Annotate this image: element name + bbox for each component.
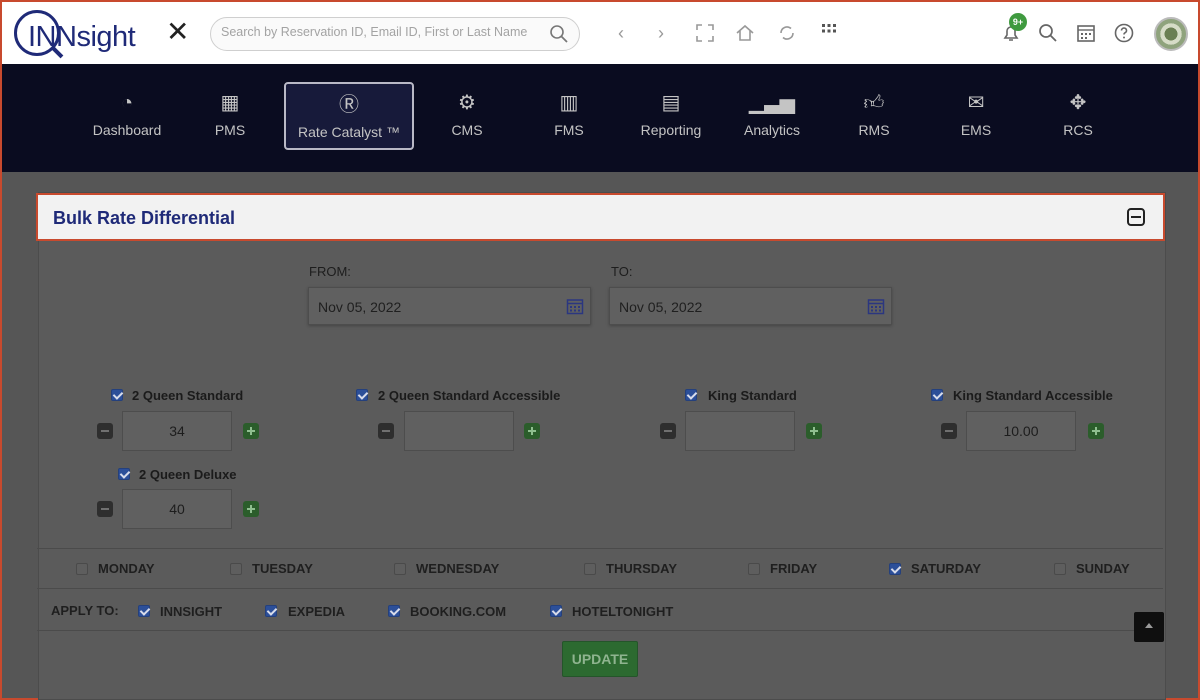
chevron-right-icon[interactable]: › [650,22,672,44]
room-label: 2 Queen Deluxe [139,467,237,482]
close-icon[interactable]: ✕ [166,18,189,46]
room-rate-input[interactable]: 40 [122,489,232,529]
increment-button[interactable] [243,423,259,439]
decrement-button[interactable] [97,423,113,439]
apply-to-label: APPLY TO: [51,603,119,618]
main-nav: ◔ Dashboard ▦ PMS Ⓡ Rate Catalyst ™ ⚙ CM… [0,64,1200,172]
room-label: King Standard [708,388,797,403]
day-checkbox[interactable] [394,563,406,575]
channel-label: HOTELTONIGHT [572,604,674,619]
home-icon[interactable] [734,22,756,44]
room-checkbox[interactable] [118,468,130,480]
channel-checkbox[interactable] [138,605,150,617]
calendar-icon[interactable] [566,297,584,315]
channel-checkbox[interactable] [388,605,400,617]
nav-label: PMS [214,122,246,138]
from-label: FROM: [309,264,351,279]
day-label: SUNDAY [1076,561,1130,576]
collapse-icon[interactable] [1127,208,1145,226]
top-bar: INNsight ✕ ‹ › 9+ [0,0,1200,64]
notification-badge: 9+ [1009,13,1027,31]
rate-catalyst-icon: Ⓡ [339,94,359,116]
search-input[interactable] [221,25,541,39]
calendar-icon[interactable] [867,297,885,315]
divider [37,630,1163,631]
room-checkbox[interactable] [685,389,697,401]
user-avatar[interactable] [1154,17,1188,51]
refresh-icon[interactable] [776,22,798,44]
to-date-field[interactable]: Nov 05, 2022 [609,287,892,325]
decrement-button[interactable] [660,423,676,439]
update-button[interactable]: UPDATE [562,641,638,677]
room-checkbox[interactable] [931,389,943,401]
decrement-button[interactable] [97,501,113,517]
nav-label: Rate Catalyst ™ [298,124,400,140]
increment-button[interactable] [806,423,822,439]
room-label: 2 Queen Standard [132,388,244,403]
nav-label: RCS [1063,122,1093,138]
day-label: FRIDAY [770,561,818,576]
chevron-left-icon[interactable]: ‹ [610,22,632,44]
panel-header: Bulk Rate Differential [36,193,1165,241]
day-checkbox[interactable] [76,563,88,575]
channel-label: INNSIGHT [160,604,223,619]
decrement-button[interactable] [941,423,957,439]
panel-title: Bulk Rate Differential [53,208,236,228]
channel-checkbox[interactable] [550,605,562,617]
room-label: King Standard Accessible [953,388,1113,403]
search-box[interactable] [210,17,580,51]
channel-label: BOOKING.COM [410,604,507,619]
room-rate-input[interactable] [404,411,514,451]
day-checkbox[interactable] [584,563,596,575]
room-label: 2 Queen Standard Accessible [378,388,561,403]
day-label: THURSDAY [606,561,678,576]
channel-label: EXPEDIA [288,604,346,619]
day-checkbox[interactable] [230,563,242,575]
scroll-to-top-button[interactable] [1134,612,1164,642]
day-label: MONDAY [98,561,155,576]
day-label: WEDNESDAY [416,561,500,576]
nav-rcs[interactable]: ✥ RCS [1014,82,1142,150]
day-checkbox[interactable] [1054,563,1066,575]
calendar-grid-icon: ▦ [220,92,240,114]
day-checkbox[interactable] [748,563,760,575]
day-checkbox[interactable] [889,563,901,575]
increment-button[interactable] [243,501,259,517]
nav-rate-catalyst[interactable]: Ⓡ Rate Catalyst ™ [284,82,414,150]
day-label: SATURDAY [911,561,982,576]
from-date-field[interactable]: Nov 05, 2022 [308,287,591,325]
search-icon[interactable] [549,24,569,44]
room-checkbox[interactable] [356,389,368,401]
room-rate-input[interactable] [685,411,795,451]
from-date-value: Nov 05, 2022 [318,299,402,315]
channel-checkbox[interactable] [265,605,277,617]
help-icon[interactable] [1113,22,1135,44]
apps-grid-icon[interactable] [818,20,840,42]
divider [37,548,1163,549]
increment-button[interactable] [1088,423,1104,439]
decrement-button[interactable] [378,423,394,439]
room-checkbox[interactable] [111,389,123,401]
room-rate-input[interactable]: 34 [122,411,232,451]
crosshair-icon: ✥ [1069,92,1087,114]
calendar-icon[interactable] [1075,22,1097,44]
nav-pms[interactable]: ▦ PMS [166,82,294,150]
day-label: TUESDAY [252,561,313,576]
logo-text: INNsight [28,21,136,53]
to-date-value: Nov 05, 2022 [619,299,703,315]
increment-button[interactable] [524,423,540,439]
room-rate-input[interactable]: 10.00 [966,411,1076,451]
innsight-logo[interactable]: INNsight [14,10,144,60]
search-global-icon[interactable] [1037,22,1059,44]
fullscreen-icon[interactable] [694,22,716,44]
divider [37,588,1163,589]
to-label: TO: [611,264,633,279]
